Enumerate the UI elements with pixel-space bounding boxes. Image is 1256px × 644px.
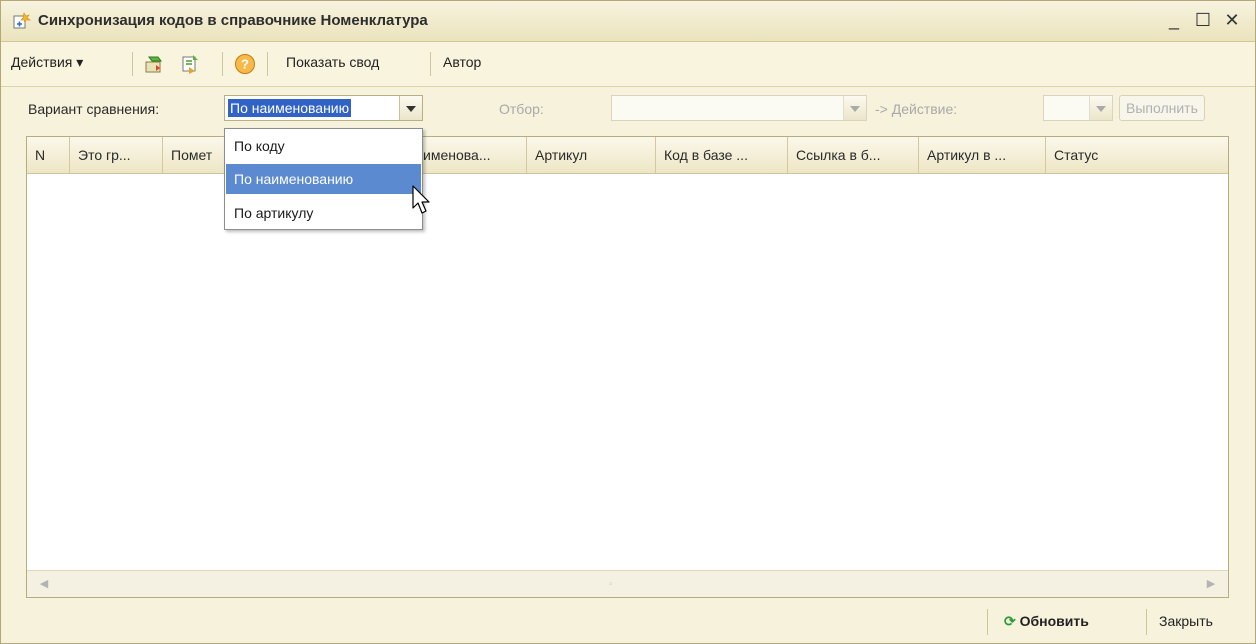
toolbar-separator bbox=[267, 52, 268, 76]
column-header[interactable]: Код в базе ... bbox=[656, 137, 788, 173]
dropdown-option-by-name[interactable]: По наименованию bbox=[226, 164, 421, 194]
refresh-icon: ⟳ bbox=[1004, 613, 1016, 629]
title-bar[interactable]: Синхронизация кодов в справочнике Номенк… bbox=[1, 1, 1255, 42]
chevron-down-icon[interactable] bbox=[399, 96, 422, 120]
horizontal-scrollbar[interactable]: ◀ ▫ ▶ bbox=[27, 570, 1228, 597]
author-button[interactable]: Автор bbox=[443, 54, 481, 70]
export-green-icon[interactable] bbox=[143, 53, 165, 75]
toolbar-separator bbox=[222, 52, 223, 76]
filter-label: Отбор: bbox=[499, 101, 544, 117]
toolbar: Действия ▾ ? Показать свод Автор bbox=[1, 42, 1255, 87]
chevron-down-icon[interactable] bbox=[843, 96, 866, 120]
action-combo[interactable] bbox=[1043, 95, 1113, 121]
column-header[interactable]: Статус bbox=[1046, 137, 1228, 173]
main-window: Синхронизация кодов в справочнике Номенк… bbox=[0, 0, 1256, 644]
execute-button[interactable]: Выполнить bbox=[1119, 95, 1205, 121]
refresh-label: Обновить bbox=[1019, 613, 1089, 629]
scroll-grip-icon[interactable]: ▫ bbox=[609, 579, 613, 590]
actions-menu-button[interactable]: Действия ▾ bbox=[11, 54, 83, 71]
chevron-down-icon: ▾ bbox=[76, 54, 84, 70]
show-summary-button[interactable]: Показать свод bbox=[286, 54, 379, 70]
compare-variant-value: По наименованию bbox=[228, 99, 352, 117]
column-header[interactable]: N bbox=[27, 137, 70, 173]
scroll-right-icon[interactable]: ▶ bbox=[1196, 571, 1226, 597]
actions-menu-label: Действия bbox=[11, 54, 73, 70]
compare-variant-combo[interactable]: По наименованию bbox=[224, 95, 423, 121]
dropdown-option-by-code[interactable]: По коду bbox=[226, 131, 421, 161]
close-button[interactable]: Закрыть bbox=[1159, 613, 1213, 629]
data-grid[interactable]: N Это гр... Помет именова... Артикул Код… bbox=[26, 136, 1229, 598]
filter-row: Вариант сравнения: По наименованию Отбор… bbox=[1, 87, 1255, 131]
import-green-icon[interactable] bbox=[179, 53, 201, 75]
toolbar-separator bbox=[430, 52, 431, 76]
bottom-separator bbox=[987, 609, 988, 635]
grid-header: N Это гр... Помет именова... Артикул Код… bbox=[27, 137, 1228, 174]
close-window-button[interactable]: ✕ bbox=[1219, 7, 1245, 33]
scroll-left-icon[interactable]: ◀ bbox=[29, 571, 59, 597]
compare-variant-label: Вариант сравнения: bbox=[28, 101, 160, 117]
refresh-button[interactable]: ⟳ Обновить bbox=[1004, 613, 1089, 630]
dropdown-option-by-article[interactable]: По артикулу bbox=[226, 198, 421, 228]
mouse-pointer-icon bbox=[412, 185, 430, 214]
column-header[interactable]: именова... bbox=[417, 137, 527, 173]
filter-combo[interactable] bbox=[611, 95, 867, 121]
column-header[interactable]: Это гр... bbox=[70, 137, 163, 173]
svg-text:?: ? bbox=[241, 57, 249, 72]
window-title: Синхронизация кодов в справочнике Номенк… bbox=[38, 12, 428, 29]
compare-variant-dropdown: По коду По наименованию По артикулу bbox=[224, 128, 423, 230]
action-label: -> Действие: bbox=[875, 101, 958, 117]
sync-document-icon bbox=[13, 12, 31, 29]
column-header[interactable]: Артикул bbox=[527, 137, 656, 173]
bottom-separator bbox=[1146, 609, 1147, 635]
column-header[interactable]: Ссылка в б... bbox=[788, 137, 919, 173]
toolbar-separator bbox=[132, 52, 133, 76]
chevron-down-icon[interactable] bbox=[1089, 96, 1112, 120]
bottom-bar: ⟳ Обновить Закрыть bbox=[1, 599, 1255, 643]
help-icon[interactable]: ? bbox=[234, 53, 256, 75]
minimize-button[interactable]: _ bbox=[1161, 7, 1187, 33]
maximize-button[interactable]: ☐ bbox=[1190, 7, 1216, 33]
column-header[interactable]: Артикул в ... bbox=[919, 137, 1046, 173]
